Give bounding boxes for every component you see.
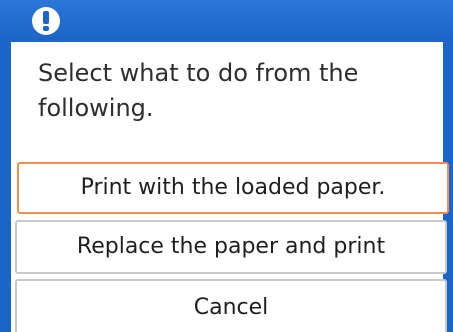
exclamation-icon: [32, 7, 60, 35]
title-bar: [0, 0, 453, 42]
dialog-message: Select what to do from the following.: [38, 59, 359, 122]
replace-paper-and-print-button[interactable]: Replace the paper and print: [15, 220, 447, 274]
printer-dialog: Select what to do from the following. Pr…: [0, 0, 453, 332]
cancel-button[interactable]: Cancel: [15, 279, 447, 332]
left-frame: [0, 0, 11, 332]
print-with-loaded-paper-button[interactable]: Print with the loaded paper.: [17, 162, 449, 214]
exclamation-bar: [43, 11, 49, 24]
exclamation-dot: [43, 26, 49, 31]
